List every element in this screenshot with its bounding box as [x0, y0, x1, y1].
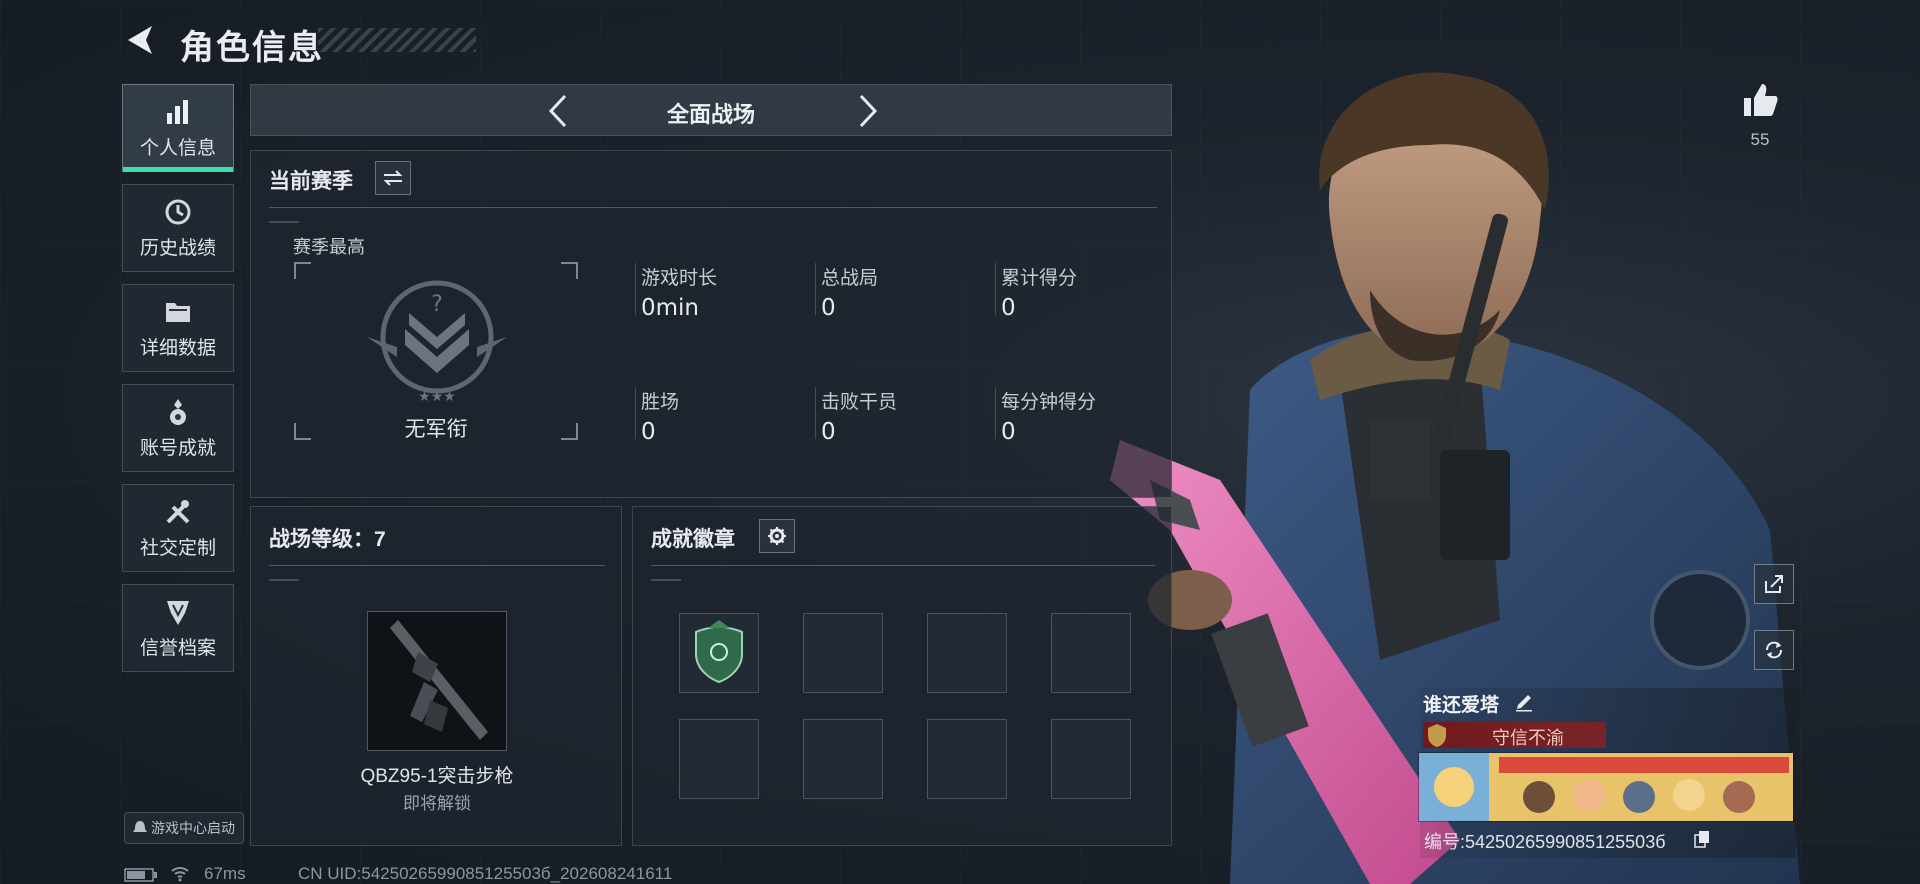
divider: [651, 565, 1155, 566]
stat-label-total-score: 累计得分: [1001, 268, 1078, 289]
mode-selector: 全面战场: [250, 84, 1172, 136]
mode-title: 全面战场: [666, 102, 755, 127]
folder-icon: [166, 302, 190, 322]
badge-slot[interactable]: [927, 613, 1007, 693]
tools-icon: [166, 499, 190, 523]
stat-value-operators-defeated: 0: [821, 419, 836, 445]
honor-title: 守信不渝: [1492, 728, 1564, 748]
edit-pencil-icon[interactable]: [1514, 692, 1534, 712]
badges-heading: 成就徽章: [651, 528, 735, 551]
battery-icon: [124, 868, 157, 882]
achievement-medal-icon: [170, 398, 186, 425]
thumbs-up-icon[interactable]: [1740, 80, 1780, 120]
sidebar-item-credit-record[interactable]: 信誉档案: [122, 584, 234, 672]
stat-label-wins: 胜场: [641, 392, 680, 413]
badge-slot[interactable]: [1051, 719, 1131, 799]
stat-divider: [815, 387, 816, 439]
sidebar-item-label: 历史战绩: [139, 237, 216, 259]
history-clock-icon: [165, 199, 191, 224]
weapon-card[interactable]: [367, 611, 507, 751]
bar-chart-icon: [167, 99, 188, 124]
achievement-badges-panel: 成就徽章: [632, 506, 1172, 846]
season-switch-button[interactable]: [375, 161, 411, 195]
like-count: 55: [1750, 130, 1770, 149]
stat-divider: [995, 387, 996, 439]
rifle-icon: [390, 620, 488, 740]
battlefield-level-heading: 战场等级：7: [269, 528, 386, 551]
sidebar-item-social-custom[interactable]: 社交定制: [122, 484, 234, 572]
title-decoration: [318, 28, 476, 52]
badge-slot[interactable]: [1051, 613, 1131, 693]
stat-divider: [635, 387, 636, 439]
rank-emblem-icon: ? ★★★: [367, 280, 507, 405]
wifi-icon: [171, 867, 189, 882]
stat-divider: [815, 263, 816, 315]
sidebar-item-detailed-data[interactable]: 详细数据: [122, 284, 234, 372]
sidebar-item-personal-info[interactable]: 个人信息: [122, 84, 234, 172]
stat-label-operators-defeated: 击败干员: [821, 392, 898, 413]
page-title: 角色信息: [180, 29, 324, 67]
copy-icon[interactable]: [1694, 830, 1710, 848]
divider: [269, 207, 1157, 208]
player-id: 编号:5425026599085125503б: [1424, 832, 1666, 852]
gear-icon: [768, 527, 786, 545]
stat-divider: [995, 263, 996, 315]
honor-crest-icon: [1428, 724, 1446, 747]
season-panel: 当前赛季 赛季最高 ? ★★★ 无军衔 游戏时长 0min 总战局 0 累计得分…: [250, 150, 1172, 498]
green-shield-badge-icon: [695, 620, 743, 684]
stat-label-total-matches: 总战局: [821, 268, 879, 289]
next-mode-arrow-icon[interactable]: [853, 93, 883, 129]
back-arrow-icon[interactable]: [122, 22, 158, 58]
sidebar-item-achievements[interactable]: 账号成就: [122, 384, 234, 472]
stat-value-wins: 0: [641, 419, 656, 445]
divider: [269, 565, 605, 566]
badge-slot[interactable]: [803, 719, 883, 799]
sidebar-item-label: 个人信息: [139, 137, 216, 159]
stat-value-total-score: 0: [1001, 295, 1016, 321]
stat-label-score-per-minute: 每分钟得分: [1001, 392, 1097, 413]
decor-tag: [651, 579, 681, 581]
refresh-icon: [1766, 641, 1782, 659]
sidebar-item-label: 详细数据: [139, 337, 216, 359]
swap-icon: [383, 170, 403, 186]
stat-value-playtime: 0min: [641, 295, 700, 321]
stat-divider: [635, 263, 636, 315]
player-name: 谁还爱塔: [1423, 695, 1500, 716]
sidebar-item-label: 账号成就: [139, 437, 216, 459]
battlefield-level-panel: 战场等级：7 QBZ95-1突击步枪 即将解锁: [250, 506, 622, 846]
svg-text:★★★: ★★★: [418, 389, 456, 405]
season-heading: 当前赛季: [269, 170, 353, 193]
badge-slot[interactable]: [679, 613, 759, 693]
weapon-name: QBZ95-1突击步枪: [360, 766, 514, 787]
svg-text:?: ?: [431, 292, 443, 317]
weapon-status: 即将解锁: [403, 794, 471, 813]
share-icon: [1765, 575, 1783, 593]
stat-value-total-matches: 0: [821, 295, 836, 321]
rank-name: 无军衔: [404, 418, 468, 441]
season-best-label: 赛季最高: [293, 237, 365, 257]
sidebar-item-label: 信誉档案: [139, 637, 216, 659]
decor-tag: [269, 221, 299, 223]
badge-slot[interactable]: [927, 719, 1007, 799]
uid-readout: CN UID:5425026599085125503б_202608241611: [298, 864, 673, 883]
bell-icon: [133, 821, 147, 832]
game-center-launch-chip[interactable]: 游戏中心启动: [124, 812, 244, 844]
sidebar-item-label: 社交定制: [139, 537, 216, 559]
stat-label-playtime: 游戏时长: [641, 268, 718, 289]
ping-readout: 67ms: [204, 864, 246, 883]
player-banner-image: [1418, 752, 1794, 822]
badge-settings-button[interactable]: [759, 519, 795, 553]
shield-emblem-icon: [167, 600, 189, 625]
sidebar-item-history[interactable]: 历史战绩: [122, 184, 234, 272]
decor-tag: [269, 579, 299, 581]
share-button[interactable]: [1754, 564, 1794, 604]
launch-label: 游戏中心启动: [151, 820, 235, 836]
stat-value-score-per-minute: 0: [1001, 419, 1016, 445]
badge-slot[interactable]: [679, 719, 759, 799]
refresh-button[interactable]: [1754, 630, 1794, 670]
badge-slot[interactable]: [803, 613, 883, 693]
